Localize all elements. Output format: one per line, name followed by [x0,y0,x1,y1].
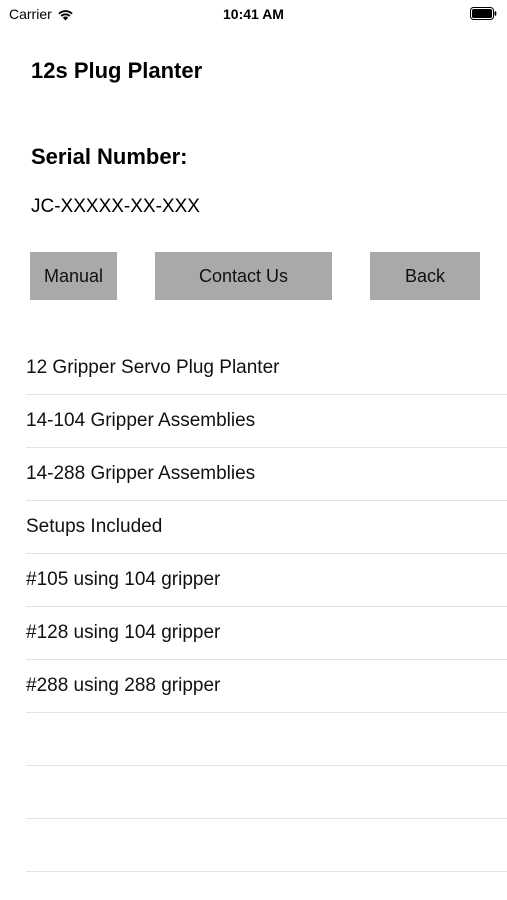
back-button[interactable]: Back [370,252,480,300]
status-time: 10:41 AM [223,6,284,22]
manual-button[interactable]: Manual [30,252,117,300]
status-bar: Carrier 10:41 AM [0,0,507,28]
list-item[interactable]: 14-288 Gripper Assemblies [26,448,507,501]
serial-number-value: JC-XXXXX-XX-XXX [31,196,200,217]
serial-number-label: Serial Number: [31,144,188,169]
feature-list: 12 Gripper Servo Plug Planter 14-104 Gri… [26,342,507,872]
list-item[interactable]: Setups Included [26,501,507,554]
empty-list-item[interactable] [26,766,507,819]
list-item[interactable]: #128 using 104 gripper [26,607,507,660]
list-item[interactable]: 12 Gripper Servo Plug Planter [26,342,507,395]
list-item[interactable]: 14-104 Gripper Assemblies [26,395,507,448]
empty-list-item[interactable] [26,713,507,766]
empty-list-item[interactable] [26,819,507,872]
screen: Carrier 10:41 AM 12s Plug Planter Serial… [0,0,507,900]
battery-icon [470,7,497,20]
list-item[interactable]: #105 using 104 gripper [26,554,507,607]
list-item[interactable]: #288 using 288 gripper [26,660,507,713]
contact-us-button[interactable]: Contact Us [155,252,332,300]
page-title: 12s Plug Planter [31,58,203,83]
